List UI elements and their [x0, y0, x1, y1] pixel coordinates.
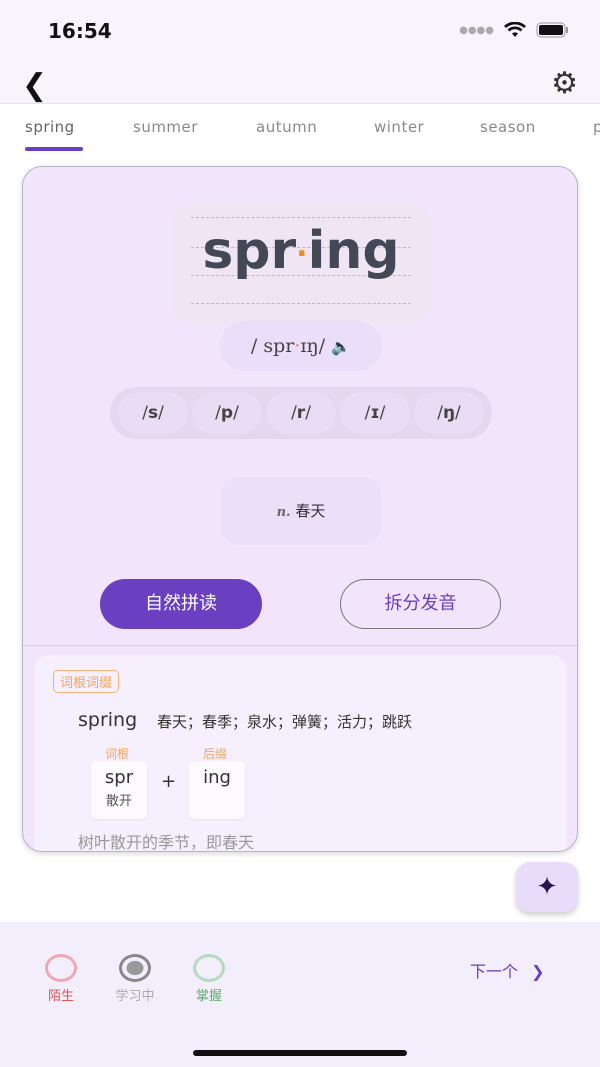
phoneme-button[interactable]: /ɪ/ [340, 392, 410, 434]
root-explanation: 树叶散开的季节，即春天 [78, 833, 255, 852]
pronunciation-button[interactable]: / spr·ɪŋ/ 🔈 [220, 321, 382, 371]
gear-icon[interactable]: ⚙ [551, 66, 578, 101]
root-affix-tag: 词根词缀 [53, 670, 120, 693]
tab-season[interactable]: season [480, 118, 536, 136]
speaker-icon: 🔈 [331, 337, 352, 356]
phoneme-button[interactable]: /s/ [118, 392, 188, 434]
tab-summer[interactable]: summer [133, 118, 198, 136]
root-affix-panel: 词根词缀 spring 春天；春季；泉水；弹簧；活力；跳跃 词根 spr 散开 +… [34, 655, 567, 852]
status-icons: ●●●● [459, 22, 570, 38]
active-tab-indicator [25, 147, 83, 151]
status-mastered[interactable]: 掌握 [179, 954, 239, 1004]
next-button[interactable]: 下一个 ❯ [470, 958, 545, 982]
ai-sparkle-button[interactable]: ✦ [516, 862, 578, 912]
status-unfamiliar[interactable]: 陌生 [31, 954, 91, 1004]
tab-next-word[interactable]: p [593, 118, 600, 136]
suffix-label: 后缀 [203, 747, 228, 761]
phonics-button[interactable]: 自然拼读 [100, 579, 262, 629]
root-label: 词根 [105, 747, 130, 761]
word-display: spr·ing [171, 203, 431, 323]
split-pronunciation-button[interactable]: 拆分发音 [340, 579, 501, 629]
phoneme-button[interactable]: /p/ [192, 392, 262, 434]
battery-icon [536, 22, 568, 38]
divider [23, 645, 577, 646]
phoneme-list: /s/ /p/ /r/ /ɪ/ /ŋ/ [110, 387, 492, 439]
word-tabs: spring summer autumn winter season p [0, 104, 600, 154]
suffix-part: ing [189, 761, 245, 819]
tab-winter[interactable]: winter [374, 118, 424, 136]
status-time: 16:54 [48, 19, 112, 43]
signal-icon: ●●●● [459, 24, 494, 36]
home-indicator [193, 1050, 407, 1056]
wifi-icon [504, 22, 526, 37]
root-part: spr 散开 [91, 761, 147, 819]
chevron-right-icon: ❯ [531, 962, 545, 981]
phoneme-button[interactable]: /ŋ/ [414, 392, 484, 434]
word-text: spr·ing [202, 221, 400, 281]
tab-autumn[interactable]: autumn [256, 118, 317, 136]
back-button[interactable]: ❮ [22, 68, 47, 103]
root-word-meanings: 春天；春季；泉水；弹簧；活力；跳跃 [157, 713, 413, 731]
word-card: spr·ing / spr·ɪŋ/ 🔈 /s/ /p/ /r/ /ɪ/ /ŋ/ … [22, 166, 578, 852]
root-word: spring [78, 709, 138, 731]
sparkle-icon: ✦ [536, 872, 558, 902]
phoneme-button[interactable]: /r/ [266, 392, 336, 434]
tab-spring[interactable]: spring [25, 118, 75, 136]
header: 16:54 ●●●● ❮ ⚙ [0, 0, 600, 104]
word-meaning: n. 春天 [221, 477, 381, 545]
status-learning[interactable]: 学习中 [105, 954, 165, 1004]
bottom-bar: 陌生 学习中 掌握 下一个 ❯ [0, 922, 600, 1067]
plus-sign: + [161, 771, 177, 792]
